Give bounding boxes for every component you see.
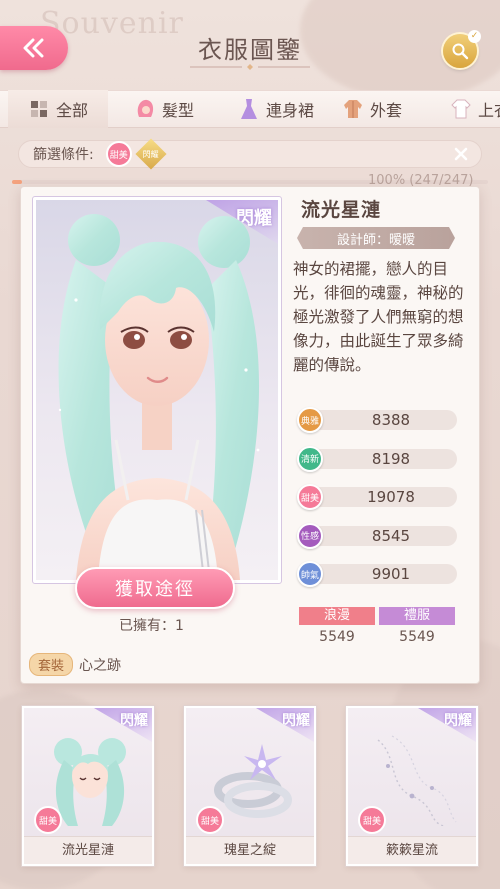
stat-row: 清新 8198 <box>297 445 457 472</box>
stat-row: 典雅 8388 <box>297 407 457 433</box>
tab-coat[interactable]: 外套 <box>336 90 402 128</box>
stat-badge: 清新 <box>297 445 323 472</box>
item-name: 流光星漣 <box>301 199 382 221</box>
stat-row: 甜美 19078 <box>297 484 457 510</box>
item-thumb-0[interactable]: 閃耀 甜美 流光星漣 <box>21 705 155 867</box>
item-thumb-2[interactable]: 閃耀 甜美 簌簌星流 <box>345 705 479 867</box>
style-tag-value: 5549 <box>319 629 355 645</box>
style-tags: 浪漫 5549 禮服 5549 <box>299 607 459 645</box>
item-portrait: 閃耀 <box>32 196 282 584</box>
tab-dress-label: 連身裙 <box>266 101 315 120</box>
stat-badge: 甜美 <box>297 484 323 510</box>
tab-hair-label: 髮型 <box>162 101 195 120</box>
hair-icon <box>132 96 158 122</box>
item-detail-card: 閃耀 獲取途徑 已擁有：1 套裝 心之跡 流光星漣 設計師：暧暧 神女的裙擺，戀… <box>20 186 480 684</box>
item-description: 神女的裙擺，戀人的目光，徘徊的魂靈，神秘的極光激發了人們無窮的想像力，由此誕生了… <box>293 260 464 374</box>
tab-all-label: 全部 <box>56 101 89 120</box>
tab-top-label: 上衣 <box>478 101 500 120</box>
item-thumb-name: 簌簌星流 <box>348 836 476 864</box>
attribute-badge: 甜美 <box>196 806 224 834</box>
tab-dress[interactable]: 連身裙 <box>232 90 314 128</box>
item-thumb-name: 流光星漣 <box>24 836 152 864</box>
filter-chip-attribute[interactable]: 甜美 <box>105 141 132 167</box>
stat-value: 8545 <box>371 526 411 545</box>
page-title: 衣服圖鑒 <box>198 36 302 64</box>
style-tag: 禮服 5549 <box>379 607 455 645</box>
search-icon <box>452 43 469 60</box>
tab-top[interactable]: 上衣 <box>444 90 500 128</box>
suit-name: 心之跡 <box>79 657 122 674</box>
style-tag-value: 5549 <box>399 629 435 645</box>
attribute-stats: 典雅 8388 清新 8198 甜美 19078 性感 8545 帥氣 9901 <box>297 407 457 600</box>
suit-label: 套裝 <box>29 653 74 676</box>
character-portrait <box>58 214 260 580</box>
tab-all[interactable]: 全部 <box>8 90 108 128</box>
item-thumb-1[interactable]: 閃耀 甜美 瑰星之綻 <box>183 705 317 867</box>
style-tag: 浪漫 5549 <box>299 607 375 645</box>
stat-row: 帥氣 9901 <box>297 561 457 587</box>
shirt-icon <box>448 96 474 122</box>
stat-value: 19078 <box>367 488 415 506</box>
suit-info[interactable]: 套裝 心之跡 <box>29 653 121 676</box>
stat-badge: 典雅 <box>297 407 323 433</box>
attribute-badge: 甜美 <box>34 806 62 834</box>
coat-icon <box>340 96 366 122</box>
filter-label: 篩選條件: <box>33 147 94 163</box>
stat-badge: 帥氣 <box>297 561 323 587</box>
filter-chip-rarity[interactable]: 閃耀 <box>135 138 167 170</box>
grid-icon <box>26 96 52 122</box>
title-ornament <box>190 64 310 70</box>
category-tabs: 全部 髮型 連身裙 外套 上衣 <box>0 90 500 128</box>
owned-count: 已擁有：1 <box>119 618 184 634</box>
check-icon: ✓ <box>468 30 481 43</box>
clear-filter-icon[interactable] <box>451 144 471 164</box>
tab-hair[interactable]: 髮型 <box>128 90 194 128</box>
filter-bar: 篩選條件: 甜美 閃耀 <box>18 138 482 170</box>
search-button[interactable]: ✓ <box>443 30 481 68</box>
stat-value: 8388 <box>371 411 411 429</box>
designer-label: 設計師：暧暧 <box>297 227 455 249</box>
stat-row: 性感 8545 <box>297 522 457 549</box>
stat-value: 8198 <box>371 449 411 468</box>
get-source-button[interactable]: 獲取途徑 <box>75 567 235 609</box>
item-thumb-name: 瑰星之綻 <box>186 836 314 864</box>
tab-coat-label: 外套 <box>370 101 403 120</box>
attribute-badge: 甜美 <box>358 806 386 834</box>
style-tag-label: 浪漫 <box>299 607 375 625</box>
style-tag-label: 禮服 <box>379 607 455 625</box>
filter-chip-rarity-label: 閃耀 <box>142 149 159 159</box>
stat-badge: 性感 <box>297 522 323 549</box>
dress-icon <box>236 96 262 122</box>
collection-progress-fill <box>12 180 22 184</box>
stat-value: 9901 <box>371 565 411 583</box>
